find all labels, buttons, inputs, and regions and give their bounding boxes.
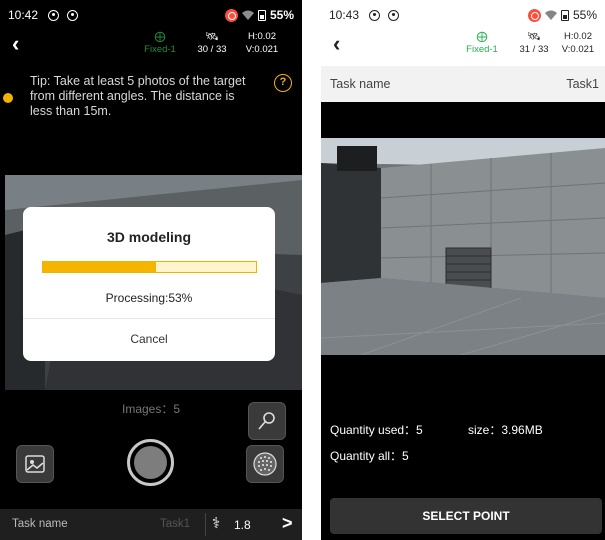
help-icon[interactable]: ? <box>274 74 292 92</box>
notification-icon <box>369 9 381 21</box>
battery-icon <box>560 9 569 21</box>
right-phone-screen: 10:43 55% ‹ ⨁ Fixed-1 🛰︎ 31 / 33 H:0.02 … <box>321 0 605 540</box>
chevron-right-icon[interactable]: > <box>282 513 293 534</box>
captured-photo <box>321 138 605 355</box>
point-cloud-button[interactable] <box>246 445 284 483</box>
wifi-icon <box>241 10 254 20</box>
gnss-fix-status: ⨁ Fixed-1 <box>452 30 512 55</box>
gnss-fix-icon: ⨁ <box>154 31 166 43</box>
task-name-value: Task1 <box>566 77 599 91</box>
accuracy-status: H:0.02 V:0.021 <box>232 30 292 55</box>
tip-indicator-icon <box>3 93 13 103</box>
dialog-title: 3D modeling <box>106 229 191 245</box>
nav-bar: ‹ ⨁ Fixed-1 🛰︎ 30 / 33 H:0.02 V:0.021 <box>0 30 302 62</box>
record-icon <box>527 8 541 22</box>
status-time: 10:43 <box>329 8 360 22</box>
horizontal-accuracy: H:0.02 <box>564 31 592 42</box>
processing-text: Processing:53% <box>105 291 193 305</box>
gnss-fix-icon: ⨁ <box>476 31 488 43</box>
nav-bar: ‹ ⨁ Fixed-1 🛰︎ 31 / 33 H:0.02 V:0.021 <box>321 30 605 62</box>
battery-icon <box>257 9 266 21</box>
divider <box>205 513 206 536</box>
task-name-value[interactable]: Task1 <box>160 518 190 530</box>
point-cloud-icon <box>253 452 277 476</box>
status-bar: 10:42 55% <box>0 0 302 30</box>
modeling-dialog: 3D modeling Processing:53% Cancel <box>23 207 275 361</box>
task-name-label: Task name <box>330 77 391 91</box>
satellite-count: 30 / 33 <box>197 44 227 55</box>
horizontal-accuracy: H:0.02 <box>248 31 276 42</box>
fix-label: Fixed-1 <box>466 44 498 55</box>
tip-text: Tip: Take at least 5 photos of the targe… <box>30 74 246 118</box>
pin-icon <box>258 412 275 430</box>
gallery-button[interactable] <box>16 445 54 483</box>
wifi-icon <box>544 10 557 20</box>
gnss-fix-status: ⨁ Fixed-1 <box>130 30 190 55</box>
back-arrow-icon[interactable]: ‹ <box>333 33 340 55</box>
notification-icon <box>388 9 400 21</box>
gallery-icon <box>25 455 45 473</box>
vertical-accuracy: V:0.021 <box>561 44 595 55</box>
battery-percent: 55% <box>572 8 597 22</box>
task-name-row[interactable]: Task name Task1 <box>321 66 605 102</box>
vertical-accuracy: V:0.021 <box>245 44 279 55</box>
record-icon <box>224 8 238 22</box>
file-size: size：3.96MB <box>468 423 543 437</box>
shutter-button[interactable] <box>127 439 174 486</box>
progress-fill <box>43 262 156 272</box>
fix-label: Fixed-1 <box>144 44 176 55</box>
battery-percent: 55% <box>269 8 294 22</box>
status-time: 10:42 <box>8 8 39 22</box>
accuracy-status: H:0.02 V:0.021 <box>548 30 605 55</box>
notification-icon <box>48 9 60 21</box>
satellite-count: 31 / 33 <box>519 44 549 55</box>
pole-height: 1.8 <box>234 518 251 532</box>
notification-icon <box>67 9 79 21</box>
back-arrow-icon[interactable]: ‹ <box>12 33 19 55</box>
survey-pole-icon: ⚕ <box>212 515 221 532</box>
progress-bar <box>42 261 257 273</box>
left-phone-screen: 10:42 55% ‹ ⨁ Fixed-1 🛰︎ 30 / 33 H:0.02 … <box>0 0 302 540</box>
status-bar: 10:43 55% <box>321 0 605 30</box>
cancel-button[interactable]: Cancel <box>23 318 275 361</box>
quantity-used: Quantity used：5 <box>330 423 423 437</box>
quantity-all: Quantity all：5 <box>330 449 409 463</box>
select-point-button[interactable]: SELECT POINT <box>330 498 602 534</box>
task-bar: Task name Task1 ⚕ 1.8 > <box>0 509 302 540</box>
task-name-label: Task name <box>12 518 68 530</box>
pin-button[interactable] <box>248 402 286 440</box>
